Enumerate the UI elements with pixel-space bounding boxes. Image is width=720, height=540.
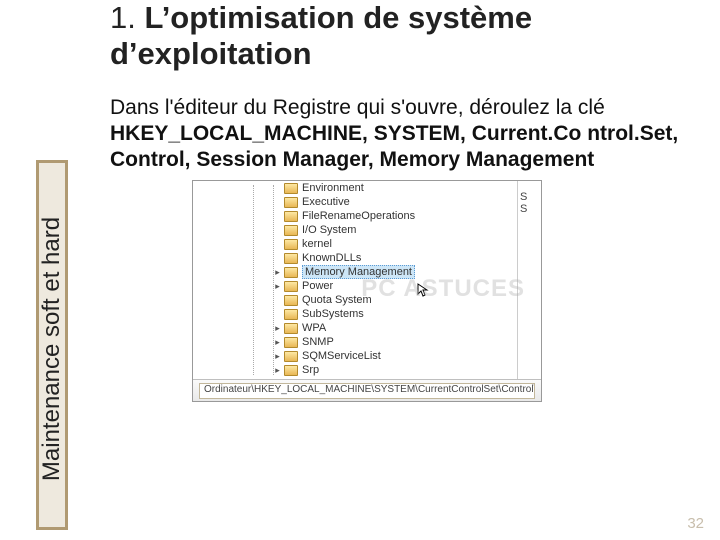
folder-icon xyxy=(284,295,298,306)
cursor-icon xyxy=(417,283,429,297)
sidebar-label-wrap: Maintenance soft et hard xyxy=(36,164,68,534)
tree-item-label: SNMP xyxy=(302,336,334,348)
leaf-icon xyxy=(273,310,282,319)
tree-item[interactable]: ▸ Power xyxy=(273,279,541,293)
expand-icon[interactable]: ▸ xyxy=(273,352,282,361)
folder-icon xyxy=(284,239,298,250)
tree-item[interactable]: KnownDLLs xyxy=(273,251,541,265)
expand-icon[interactable]: ▸ xyxy=(273,366,282,375)
tree-item-label: WPA xyxy=(302,322,326,334)
folder-icon xyxy=(284,211,298,222)
title-number: 1. xyxy=(110,0,144,35)
tree-item-label: Power xyxy=(302,280,333,292)
tree-guide-line xyxy=(273,185,274,375)
tree-item-label: KnownDLLs xyxy=(302,252,361,264)
instruction-path: HKEY_LOCAL_MACHINE, SYSTEM, Current.Co n… xyxy=(110,122,678,171)
folder-icon xyxy=(284,351,298,362)
folder-icon xyxy=(284,309,298,320)
tree-item[interactable]: Quota System xyxy=(273,293,541,307)
leaf-icon xyxy=(273,212,282,221)
tree-item-label: I/O System xyxy=(302,224,356,236)
tree-item[interactable]: ▸ WPA xyxy=(273,321,541,335)
folder-icon xyxy=(284,267,298,278)
expand-icon[interactable]: ▸ xyxy=(273,324,282,333)
folder-icon xyxy=(284,197,298,208)
folder-icon xyxy=(284,337,298,348)
tree-item[interactable]: ▸ Memory Management xyxy=(273,265,541,279)
registry-editor: Environment Executive FileRenameOperations… xyxy=(192,180,542,402)
col-hint: S xyxy=(520,203,541,215)
tree-item-label: Memory Management xyxy=(302,265,415,279)
folder-icon xyxy=(284,281,298,292)
instruction-paragraph: Dans l'éditeur du Registre qui s'ouvre, … xyxy=(110,95,708,172)
address-bar: Ordinateur\HKEY_LOCAL_MACHINE\SYSTEM\Cur… xyxy=(193,379,541,401)
sidebar-label: Maintenance soft et hard xyxy=(38,217,66,481)
instruction-intro: Dans l'éditeur du Registre qui s'ouvre, … xyxy=(110,96,605,119)
tree-item-label: FileRenameOperations xyxy=(302,210,415,222)
registry-tree[interactable]: Environment Executive FileRenameOperations… xyxy=(193,181,541,379)
tree-item[interactable]: kernel xyxy=(273,237,541,251)
leaf-icon xyxy=(273,254,282,263)
col-hint: S xyxy=(520,191,541,203)
sidebar: Maintenance soft et hard xyxy=(22,0,92,540)
expand-icon[interactable]: ▸ xyxy=(273,282,282,291)
leaf-icon xyxy=(273,184,282,193)
folder-icon xyxy=(284,323,298,334)
tree-item-label: Environment xyxy=(302,182,364,194)
leaf-icon xyxy=(273,240,282,249)
tree-item-label: Quota System xyxy=(302,294,372,306)
tree-guide-line xyxy=(253,185,254,375)
page-number: 32 xyxy=(687,515,704,532)
tree-item-label: SQMServiceList xyxy=(302,350,381,362)
address-field[interactable]: Ordinateur\HKEY_LOCAL_MACHINE\SYSTEM\Cur… xyxy=(199,383,535,399)
tree-item-label: Executive xyxy=(302,196,350,208)
folder-icon xyxy=(284,253,298,264)
tree-item[interactable]: ▸ Srp xyxy=(273,363,541,377)
folder-icon xyxy=(284,365,298,376)
tree-item[interactable]: FileRenameOperations xyxy=(273,209,541,223)
tree-item[interactable]: ▸ SNMP xyxy=(273,335,541,349)
folder-icon xyxy=(284,225,298,236)
title-text: L’optimisation de système d’exploitation xyxy=(110,0,532,71)
leaf-icon xyxy=(273,296,282,305)
tree-item-label: kernel xyxy=(302,238,332,250)
expand-icon[interactable]: ▸ xyxy=(273,268,282,277)
tree-item[interactable]: Executive xyxy=(273,195,541,209)
tree-item-label: SubSystems xyxy=(302,308,364,320)
leaf-icon xyxy=(273,226,282,235)
tree-item[interactable]: Environment xyxy=(273,181,541,195)
tree-item-label: Srp xyxy=(302,364,319,376)
tree-item[interactable]: ▸ SQMServiceList xyxy=(273,349,541,363)
registry-right-column: S S xyxy=(517,181,541,379)
expand-icon[interactable]: ▸ xyxy=(273,338,282,347)
tree-item[interactable]: I/O System xyxy=(273,223,541,237)
leaf-icon xyxy=(273,198,282,207)
page-title: 1. L’optimisation de système d’exploitat… xyxy=(110,0,708,71)
folder-icon xyxy=(284,183,298,194)
tree-item[interactable]: SubSystems xyxy=(273,307,541,321)
